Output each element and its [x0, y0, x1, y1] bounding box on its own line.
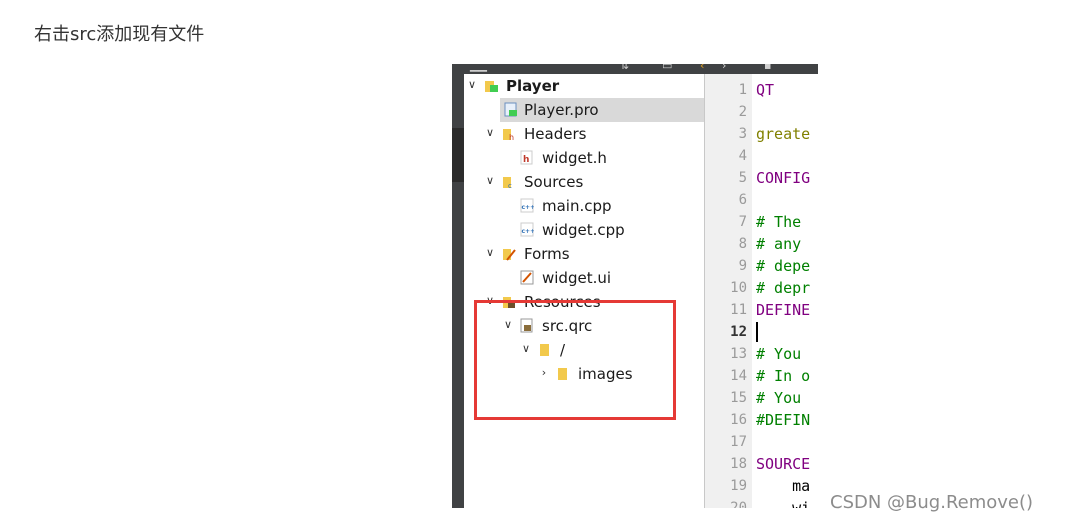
tree-item-headers[interactable]: ∨ h Headers: [464, 122, 704, 146]
line-number: 6: [738, 192, 747, 208]
tree-item-label: Forms: [524, 245, 570, 263]
caption-text: 右击src添加现有文件: [34, 24, 205, 45]
project-tree: ∨ Player Player.pro ∨ h Headers h widget…: [464, 74, 704, 508]
code-line: # You: [756, 345, 802, 363]
cpp-file-icon: c++: [520, 198, 534, 213]
folder-forms-icon: [503, 249, 516, 261]
code-line: # depe: [756, 257, 811, 275]
svg-text:c++: c++: [522, 228, 535, 235]
line-number: 19: [730, 478, 747, 494]
watermark-text: CSDN @Bug.Remove(): [830, 492, 1034, 513]
header-file-icon: h: [520, 150, 533, 165]
line-number: 10: [730, 280, 747, 296]
line-number: 14: [730, 368, 747, 384]
tree-item-label: widget.ui: [542, 269, 612, 287]
tree-item-player-pro[interactable]: Player.pro: [500, 98, 704, 122]
code-line: # depr: [756, 279, 811, 297]
tree-item-widget-h[interactable]: h widget.h: [464, 146, 704, 170]
tree-item-player[interactable]: ∨ Player: [464, 74, 704, 98]
chevron-down-icon[interactable]: ∨: [484, 126, 496, 140]
svg-text:h: h: [523, 155, 529, 165]
code-line: SOURCE: [756, 455, 811, 473]
tree-item-label: Headers: [524, 125, 587, 143]
svg-text:c++: c++: [522, 204, 535, 211]
highlight-box: [474, 300, 676, 420]
code-line: #DEFIN: [756, 411, 811, 429]
svg-text:h: h: [509, 133, 514, 141]
tree-item-label: Sources: [524, 173, 584, 191]
text-cursor: [756, 322, 758, 342]
chevron-down-icon[interactable]: ∨: [484, 174, 496, 188]
code-line: # In o: [756, 367, 811, 385]
qt-project-icon: [485, 81, 498, 92]
tree-item-label: Player.pro: [524, 101, 599, 119]
tree-item-label: widget.h: [542, 149, 607, 167]
code-line: CONFIG: [756, 169, 811, 187]
svg-text:c: c: [508, 182, 512, 189]
tree-item-label: Player: [506, 77, 560, 95]
line-number: 13: [730, 346, 747, 362]
line-number: 11: [730, 302, 747, 318]
forward-icon[interactable]: ›: [722, 64, 726, 71]
code-line: wi: [756, 499, 811, 508]
tree-item-main-cpp[interactable]: c++ main.cpp: [464, 194, 704, 218]
line-number: 7: [738, 214, 747, 230]
line-number: 20: [730, 500, 747, 508]
line-number: 18: [730, 456, 747, 472]
tree-item-forms[interactable]: ∨ Forms: [464, 242, 704, 266]
tree-item-widget-ui[interactable]: widget.ui: [464, 266, 704, 290]
folder-sources-icon: c: [503, 177, 512, 189]
mode-sidebar: [452, 64, 464, 508]
split-icon[interactable]: ▭: [662, 64, 672, 71]
project-toolbar: ▁▁ ⇅ ▭ ‹ › ▪: [464, 64, 818, 74]
tree-item-sources[interactable]: ∨ c Sources: [464, 170, 704, 194]
ui-file-icon: [520, 270, 534, 285]
code-line: # The: [756, 213, 802, 231]
code-line: # any: [756, 235, 802, 253]
line-number: 5: [738, 170, 747, 186]
line-number: 17: [730, 434, 747, 450]
filter-icon[interactable]: ⇅: [620, 64, 629, 71]
line-number: 3: [738, 126, 747, 142]
code-line: greate: [756, 125, 811, 143]
cpp-file-icon: c++: [520, 222, 534, 237]
chevron-down-icon[interactable]: ∨: [466, 78, 478, 92]
code-editor[interactable]: 1 QT 2 3 greate 4 5 CONFIG 6 7 # The 8 # any 9 # depe 1…: [705, 74, 818, 508]
line-number: 9: [738, 258, 747, 274]
line-number: 4: [738, 148, 747, 164]
back-icon[interactable]: ‹: [700, 64, 704, 71]
line-number: 8: [738, 236, 747, 252]
line-number: 15: [730, 390, 747, 406]
line-number: 12: [730, 324, 747, 340]
tree-item-label: widget.cpp: [542, 221, 625, 239]
code-line: DEFINE: [756, 301, 811, 319]
pro-file-icon: [504, 102, 517, 117]
tree-item-label: main.cpp: [542, 197, 612, 215]
code-line: QT: [756, 81, 775, 99]
folder-headers-icon: h: [503, 129, 514, 141]
qt-creator-screenshot: ▁▁ ⇅ ▭ ‹ › ▪ ∨ Player Player.pro ∨ h Hea…: [452, 64, 818, 508]
code-line: # You: [756, 389, 802, 407]
tree-item-widget-cpp[interactable]: c++ widget.cpp: [464, 218, 704, 242]
line-number: 1: [738, 82, 747, 98]
toolbar-title-fragment: ▁▁: [470, 64, 487, 72]
line-number: 2: [738, 104, 747, 120]
line-number: 16: [730, 412, 747, 428]
code-line: ma: [756, 477, 811, 495]
chevron-down-icon[interactable]: ∨: [484, 246, 496, 260]
file-tab-icon[interactable]: ▪: [764, 64, 771, 71]
